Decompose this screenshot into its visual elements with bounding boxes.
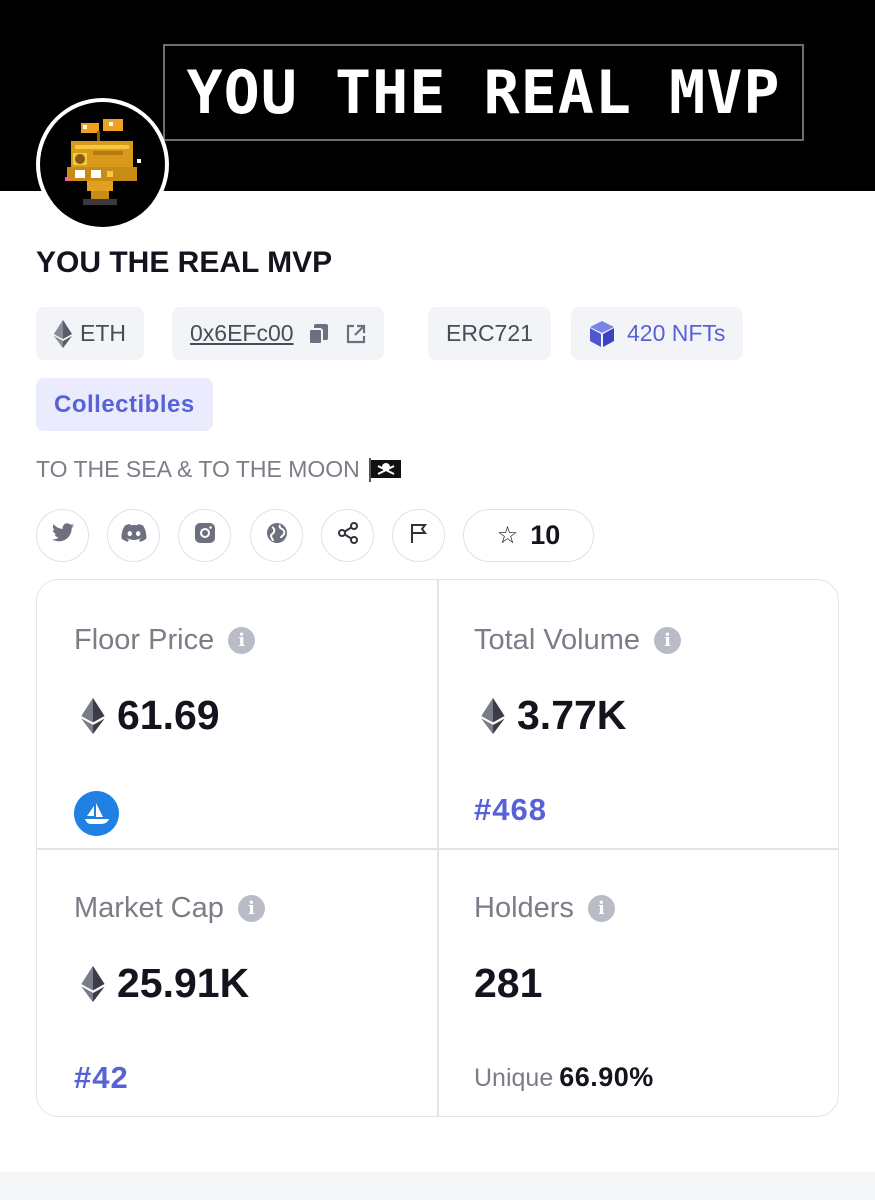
info-icon[interactable]: i bbox=[587, 895, 615, 922]
info-icon[interactable]: i bbox=[654, 627, 682, 654]
discord-icon bbox=[121, 523, 147, 548]
instagram-icon bbox=[194, 522, 216, 549]
banner-title-box: YOU THE REAL MVP bbox=[163, 44, 804, 141]
total-volume-rank[interactable]: #468 bbox=[474, 792, 547, 828]
website-button[interactable] bbox=[250, 509, 303, 562]
floor-price-number: 61.69 bbox=[117, 692, 220, 738]
watchlist-star-button[interactable]: ☆ 10 bbox=[463, 509, 594, 562]
pirate-ship-logo bbox=[40, 102, 165, 227]
floor-price-value: 61.69 bbox=[81, 692, 220, 739]
banner-title: YOU THE REAL MVP bbox=[186, 57, 781, 128]
globe-icon bbox=[266, 522, 288, 549]
holders-label: Holders i bbox=[474, 892, 615, 925]
discord-button[interactable] bbox=[107, 509, 160, 562]
pirate-flag-icon bbox=[368, 457, 402, 482]
unique-holders: Unique 66.90% bbox=[474, 1062, 654, 1093]
external-link-icon[interactable] bbox=[346, 324, 366, 344]
flag-icon bbox=[409, 522, 429, 549]
contract-address-chip[interactable]: 0x6EFc00 bbox=[172, 307, 384, 360]
token-standard-chip: ERC721 bbox=[428, 307, 551, 360]
page-footer-strip bbox=[0, 1172, 875, 1200]
star-count: 10 bbox=[530, 520, 561, 550]
collection-title: YOU THE REAL MVP bbox=[36, 246, 333, 279]
unique-percentage: 66.90% bbox=[559, 1062, 654, 1092]
ethereum-icon bbox=[54, 319, 72, 348]
chain-label: ETH bbox=[80, 320, 126, 346]
market-cap-cell: Market Cap i 25.91K #42 bbox=[37, 848, 437, 1116]
total-volume-label-text: Total Volume bbox=[474, 624, 641, 656]
nft-count-label: 420 NFTs bbox=[627, 320, 726, 346]
cube-icon bbox=[589, 320, 615, 348]
opensea-icon[interactable] bbox=[74, 791, 119, 836]
unique-label: Unique bbox=[474, 1064, 554, 1092]
floor-price-label-text: Floor Price bbox=[74, 624, 215, 656]
ethereum-icon bbox=[81, 965, 105, 1002]
market-cap-number: 25.91K bbox=[117, 960, 250, 1006]
total-volume-label: Total Volume i bbox=[474, 624, 682, 657]
market-cap-value: 25.91K bbox=[81, 960, 249, 1007]
category-chip[interactable]: Collectibles bbox=[36, 378, 213, 431]
market-cap-label-text: Market Cap bbox=[74, 892, 224, 924]
market-cap-label: Market Cap i bbox=[74, 892, 265, 925]
contract-address-link[interactable]: 0x6EFc00 bbox=[190, 320, 294, 347]
floor-price-cell: Floor Price i 61.69 bbox=[37, 580, 437, 848]
ethereum-icon bbox=[81, 697, 105, 734]
share-icon bbox=[337, 522, 359, 549]
nft-count-chip[interactable]: 420 NFTs bbox=[571, 307, 744, 360]
share-button[interactable] bbox=[321, 509, 374, 562]
total-volume-cell: Total Volume i 3.77K #468 bbox=[437, 580, 837, 848]
collection-avatar bbox=[36, 98, 169, 231]
report-button[interactable] bbox=[392, 509, 445, 562]
total-volume-value: 3.77K bbox=[481, 692, 626, 739]
holders-label-text: Holders bbox=[474, 892, 574, 924]
copy-icon[interactable] bbox=[307, 323, 330, 345]
total-volume-number: 3.77K bbox=[517, 692, 627, 738]
token-standard-label: ERC721 bbox=[446, 320, 533, 346]
instagram-button[interactable] bbox=[178, 509, 231, 562]
collection-stats-card: Floor Price i 61.69 Total Volume i 3.77K… bbox=[36, 579, 839, 1117]
chain-chip: ETH bbox=[36, 307, 144, 360]
holders-number: 281 bbox=[474, 960, 543, 1006]
holders-value: 281 bbox=[474, 960, 542, 1007]
star-icon: ☆ bbox=[496, 522, 519, 549]
market-cap-rank[interactable]: #42 bbox=[74, 1060, 129, 1096]
twitter-icon bbox=[51, 523, 75, 548]
twitter-button[interactable] bbox=[36, 509, 89, 562]
floor-price-label: Floor Price i bbox=[74, 624, 256, 657]
ethereum-icon bbox=[481, 697, 505, 734]
collection-description: TO THE SEA & TO THE MOON bbox=[36, 456, 402, 483]
info-icon[interactable]: i bbox=[237, 895, 265, 922]
description-text: TO THE SEA & TO THE MOON bbox=[36, 456, 360, 482]
info-icon[interactable]: i bbox=[228, 627, 256, 654]
